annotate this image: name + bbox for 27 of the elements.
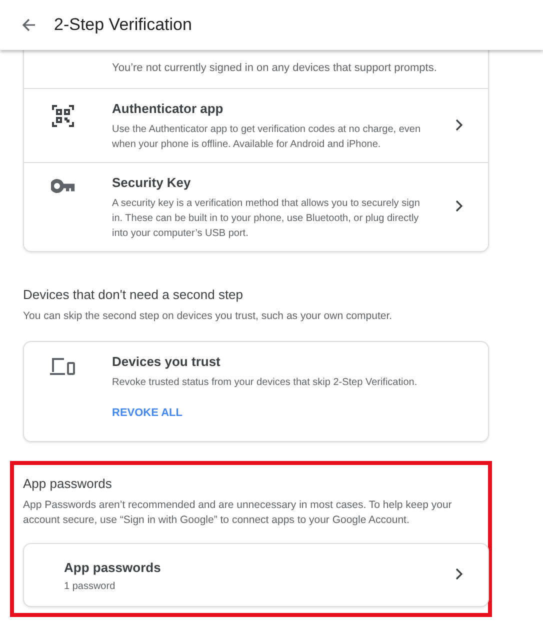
qr-code-icon [52,105,74,127]
option-row[interactable]: Security Key A security key is a verification method that allows you to securely sign in. These can be built in to your phone, use Bluetooth, or plug directly into your computer’s USB port. [24,162,488,251]
chevron-right-icon [455,200,463,212]
option-title: App passwords [64,560,162,575]
option-subtitle: 1 password [64,581,116,592]
option-title: Security Key [112,175,192,190]
section-heading: Devices that don't need a second step [23,287,244,302]
chevron-right-icon [455,118,463,130]
section-description: You can skip the second step on devices you trust, such as your own computer. [23,309,394,324]
option-row[interactable]: Authenticator app Use the Authenticator app to get verification codes at no charge, even when your phone is offline. Available for Android and iPhone. [24,89,488,162]
option-title: Authenticator app [112,101,224,116]
option-description: Revoke trusted status from your devices that skip 2-Step Verification. [112,376,418,390]
page-title: 2-Step Verification [54,15,192,35]
revoke-all-link[interactable]: REVOKE ALL [112,407,182,419]
key-icon [51,179,75,193]
devices-icon [50,358,76,376]
option-row[interactable]: Devices you trust Revoke trusted status from your devices that skip 2-Step Verification. REVOKE ALL [24,342,488,441]
option-title: Devices you trust [112,354,222,369]
section-description: App Passwords aren’t recommended and are unnecessary in most cases. To help keep your account secure, use “Sign in with Google” to connect apps to your Google Account. [23,498,453,528]
back-button[interactable] [20,16,38,34]
option-description: A security key is a verification method that allows you to securely sign in. These can be built in to your phone, use Bluetooth, or plug directly into your computer’s USB port. [112,197,421,241]
option-description: Use the Authenticator app to get verification codes at no charge, even when your phone is offline. Available for Android and iPhone. [112,123,422,152]
prompts-note: You’re not currently signed in on any devices that support prompts. [24,48,488,89]
app-passwords-row[interactable]: App passwords 1 password [24,544,488,606]
back-arrow-icon [22,18,36,32]
chevron-right-icon [455,568,463,580]
section-heading: App passwords [23,476,113,491]
